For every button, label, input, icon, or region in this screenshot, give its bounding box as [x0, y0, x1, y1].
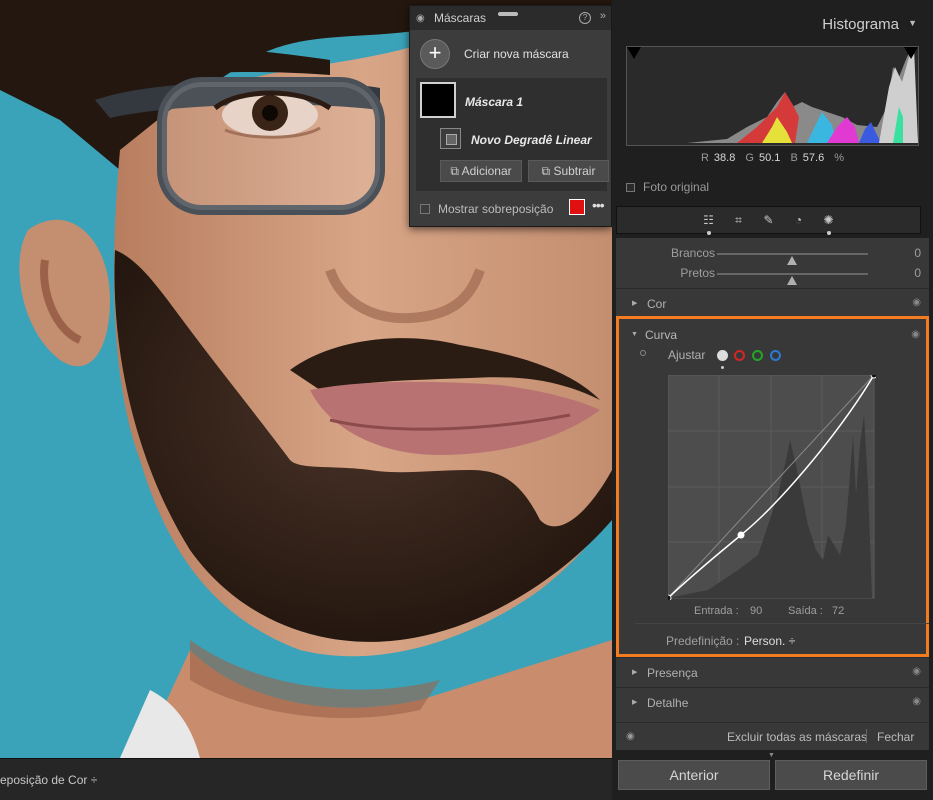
eye-icon[interactable]: ◉ [912, 297, 921, 308]
mask-name[interactable]: Máscara 1 [465, 95, 523, 109]
original-photo-toggle[interactable]: Foto original [626, 180, 709, 194]
original-photo-label: Foto original [643, 180, 710, 194]
plus-icon[interactable]: + [420, 39, 450, 69]
curve-point[interactable] [737, 531, 745, 539]
rgb-readout: R 38.8 G 50.1 B 57.6 % [700, 152, 845, 164]
eye-icon[interactable]: ◉ [912, 696, 921, 707]
curve-point[interactable] [668, 594, 672, 600]
show-overlay-checkbox[interactable] [420, 204, 430, 214]
channel-green-button[interactable] [752, 350, 763, 361]
expand-icon: ▶ [632, 300, 638, 307]
crop-icon[interactable]: ⌗ [732, 213, 746, 228]
component-name[interactable]: Novo Degradê Linear [471, 133, 592, 147]
caret-down-icon[interactable]: ▼ [908, 18, 917, 28]
add-button[interactable]: ⧉ Adicionar [440, 160, 522, 182]
section-color[interactable]: ▶ Cor ◉ [616, 288, 929, 318]
right-panel: Histograma ▼ R 38.8 G 50.1 B 57.6 % Foto or… [612, 0, 933, 800]
red-value: 38.8 [713, 152, 736, 164]
curve-section: ▼ Curva ◉ Ajustar Entrada: 90 Saída: 7… [616, 316, 929, 657]
collapse-icon[interactable]: » [600, 10, 606, 22]
blue-value: 57.6 [802, 152, 825, 164]
delete-all-masks-button[interactable]: Excluir todas as máscaras [727, 730, 867, 744]
eye-icon[interactable]: ◉ [416, 13, 428, 24]
input-label: Entrada : [694, 605, 739, 617]
expand-icon: ▶ [632, 669, 638, 676]
adjust-label: Ajustar [668, 348, 706, 362]
whites-slider-row: Brancos 0 [616, 246, 929, 265]
create-mask-label: Criar nova máscara [464, 47, 569, 61]
more-icon[interactable]: ••• [592, 197, 605, 213]
preset-row: Predefinição : Person. ÷ [635, 623, 929, 648]
curve-point[interactable] [870, 375, 876, 379]
reset-button[interactable]: Redefinir [775, 760, 927, 790]
blacks-slider[interactable] [717, 273, 868, 285]
output-value[interactable]: 72 [832, 605, 844, 617]
histogram-title: Histograma [822, 16, 899, 33]
filmstrip-bar: eposição de Cor ÷ [0, 758, 612, 800]
histogram-header[interactable]: Histograma ▼ [616, 6, 929, 42]
masks-panel: ◉ Máscaras ? » + Criar nova máscara Másc… [409, 5, 612, 227]
output-label: Saída : [788, 605, 823, 617]
masks-panel-header[interactable]: ◉ Máscaras ? » [410, 6, 611, 30]
preset-select[interactable]: Person. ÷ [744, 634, 795, 648]
channel-red-button[interactable] [734, 350, 745, 361]
mask-thumbnail[interactable] [420, 82, 456, 118]
tool-strip: ☷ ⌗ ✎ ◔ ✺ [616, 206, 921, 235]
previous-button[interactable]: Anterior [618, 760, 770, 790]
whites-slider[interactable] [717, 253, 868, 265]
masks-panel-title: Máscaras [434, 11, 487, 25]
whites-value[interactable]: 0 [914, 246, 921, 260]
preset-label: Predefinição : [666, 634, 740, 648]
overlay-color-swatch[interactable] [569, 199, 585, 215]
drag-handle-icon[interactable] [498, 12, 518, 16]
target-adjust-icon[interactable] [640, 350, 646, 356]
collapse-icon[interactable]: ▼ [631, 331, 638, 338]
caret-down-icon: ▼ [768, 752, 775, 759]
show-overlay-row: Mostrar sobreposição ••• [420, 197, 608, 216]
channel-rgb-button[interactable] [717, 350, 728, 361]
channel-blue-button[interactable] [770, 350, 781, 361]
blacks-slider-row: Pretos 0 [616, 266, 929, 285]
subtract-button[interactable]: ⧉ Subtrair [528, 160, 609, 182]
curve-title[interactable]: Curva [645, 328, 677, 342]
eye-icon[interactable]: ◉ [912, 666, 921, 677]
eye-icon[interactable]: ◉ [911, 329, 920, 340]
eye-icon[interactable]: ◉ [626, 731, 635, 742]
sliders-icon[interactable]: ☷ [702, 213, 716, 235]
section-presence[interactable]: ▶ Presença ◉ [616, 657, 929, 687]
adjustments-panel: Brancos 0 Pretos 0 ▶ Cor ◉ ▼ Curva ◉ Aju… [616, 238, 929, 750]
section-detail[interactable]: ▶ Detalhe ◉ [616, 687, 929, 717]
input-value[interactable]: 90 [750, 605, 762, 617]
heal-icon[interactable]: ✎ [762, 213, 776, 227]
help-icon[interactable]: ? [579, 12, 591, 24]
blacks-value[interactable]: 0 [914, 266, 921, 280]
redeye-icon[interactable]: ◔ [792, 213, 806, 227]
mask-icon[interactable]: ✺ [822, 213, 836, 235]
close-button[interactable]: Fechar [877, 730, 914, 744]
show-overlay-label: Mostrar sobreposição [438, 202, 554, 216]
tone-curve-graph[interactable] [668, 375, 876, 600]
whites-label: Brancos [670, 246, 715, 260]
create-mask-button[interactable]: + Criar nova máscara [410, 30, 611, 78]
mask-list: Máscara 1 Novo Degradê Linear ⧉ Adiciona… [416, 78, 609, 191]
linear-gradient-icon[interactable] [440, 128, 461, 149]
blacks-label: Pretos [680, 266, 715, 280]
histogram [626, 46, 919, 146]
original-photo-checkbox[interactable] [626, 182, 635, 192]
mask-footer-bar: ◉ Excluir todas as máscaras Fechar [616, 722, 929, 750]
green-value: 50.1 [758, 152, 781, 164]
expand-icon: ▶ [632, 699, 638, 706]
histogram-graph [627, 47, 918, 143]
blacks-slider-thumb[interactable] [787, 276, 797, 285]
whites-slider-thumb[interactable] [787, 256, 797, 265]
divider [866, 729, 867, 743]
overlay-mode-select[interactable]: eposição de Cor ÷ [0, 773, 97, 787]
selected-channel-indicator [721, 366, 724, 369]
